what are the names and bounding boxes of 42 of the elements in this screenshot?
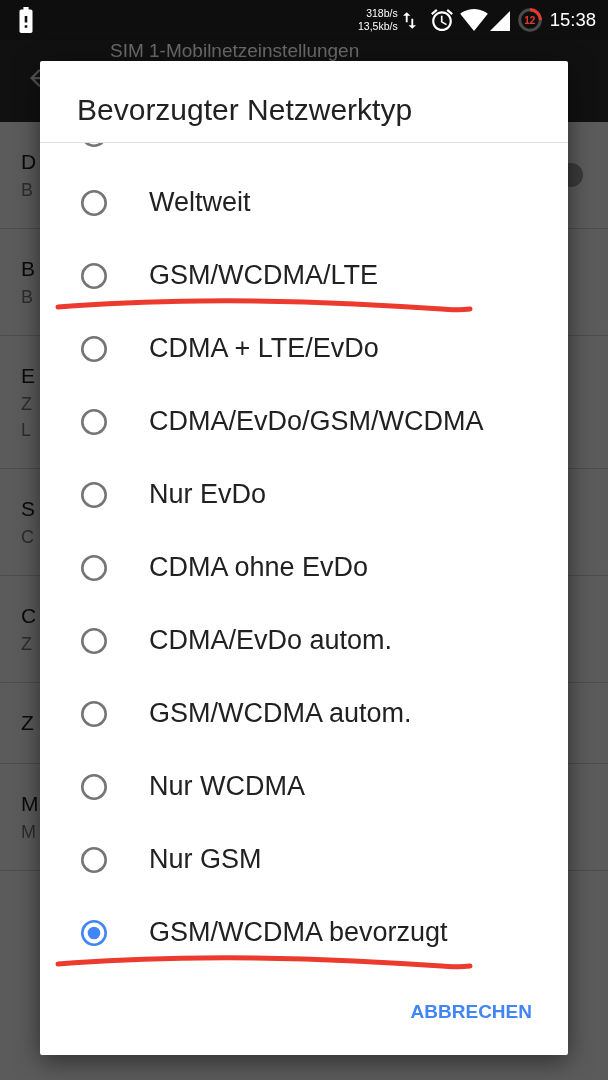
data-usage-ring-icon: [517, 8, 542, 32]
radio-option[interactable]: GSM/WCDMA bevorzugt: [40, 896, 568, 969]
wifi-icon: [458, 9, 489, 31]
radio-button-icon[interactable]: [80, 407, 108, 436]
setting-title: M: [21, 791, 39, 817]
battery-alert-icon: [18, 7, 34, 33]
setting-title: C: [21, 603, 37, 629]
radio-button-icon[interactable]: [80, 553, 108, 582]
radio-button-icon[interactable]: [80, 626, 108, 655]
radio-button-icon[interactable]: [80, 772, 108, 801]
radio-option[interactable]: Weltweit: [40, 166, 568, 239]
alarm-icon: [430, 9, 453, 31]
clock-time: 15:38: [549, 8, 596, 33]
setting-title: B: [21, 256, 35, 282]
radio-option[interactable]: CDMA ohne EvDo: [40, 531, 568, 604]
setting-title: E: [21, 363, 35, 389]
radio-option[interactable]: CDMA + LTE/EvDo: [40, 312, 568, 385]
radio-selected-icon[interactable]: [80, 918, 108, 947]
radio-button-icon[interactable]: [80, 845, 108, 874]
app-bar-title: SIM 1-Mobilnetzeinstellungen: [110, 40, 360, 61]
radio-button-icon[interactable]: [80, 699, 108, 728]
radio-option[interactable]: Nur WCDMA: [40, 750, 568, 823]
setting-title: Z: [21, 710, 34, 736]
upload-speed: 318b/s: [365, 7, 398, 20]
data-usage-count: 12: [524, 14, 536, 26]
radio-button-icon[interactable]: [80, 334, 108, 363]
setting-title: D: [21, 149, 37, 175]
cell-signal-icon: [489, 11, 510, 31]
setting-title: S: [21, 496, 35, 522]
radio-option[interactable]: GSM/WCDMA/LTE: [40, 239, 568, 312]
radio-option[interactable]: Nur EvDo: [40, 458, 568, 531]
radio-option[interactable]: CDMA/EvDo autom.: [40, 604, 568, 677]
radio-button-icon[interactable]: [80, 188, 108, 217]
radio-button-icon[interactable]: [80, 261, 108, 290]
radio-option[interactable]: Nur GSM: [40, 823, 568, 896]
radio-button-icon[interactable]: [80, 480, 108, 509]
radio-option[interactable]: GSM/WCDMA autom.: [40, 677, 568, 750]
dialog-button[interactable]: ABBRECHEN: [402, 992, 540, 1031]
data-transfer-icon: [402, 10, 416, 30]
download-speed: 13,5kb/s: [358, 20, 398, 33]
radio-option[interactable]: CDMA/EvDo/GSM/WCDMA: [40, 385, 568, 458]
dialog-title: Bevorzugter Netzwerktyp: [40, 61, 568, 143]
